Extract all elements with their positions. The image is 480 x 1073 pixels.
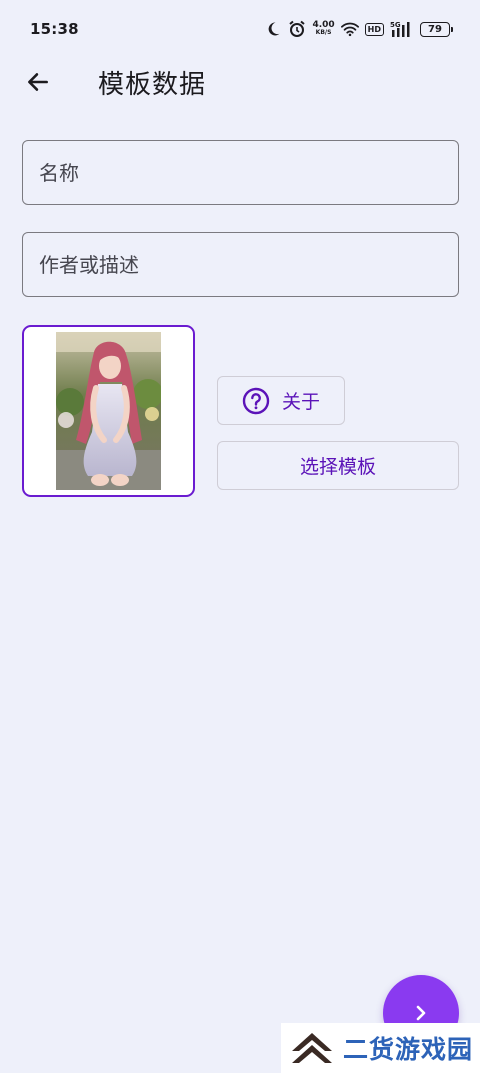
net-speed-unit: KB/S bbox=[315, 29, 332, 36]
status-icons: 4.00 KB/S HD 5G 79 bbox=[264, 20, 453, 38]
author-description-input[interactable] bbox=[39, 252, 458, 277]
template-thumbnail[interactable] bbox=[22, 325, 195, 497]
about-button[interactable]: 关于 bbox=[217, 376, 345, 425]
back-button[interactable] bbox=[22, 66, 54, 98]
choose-template-label: 选择模板 bbox=[299, 456, 376, 478]
arrow-left-icon bbox=[28, 73, 48, 91]
watermark-logo-icon bbox=[292, 1033, 332, 1063]
wifi-icon bbox=[340, 20, 359, 38]
signal-label: 5G bbox=[390, 21, 401, 29]
app-bar: 模板数据 bbox=[0, 58, 480, 106]
help-circle-icon bbox=[242, 387, 270, 414]
watermark-text: 二货游戏园 bbox=[343, 1035, 474, 1064]
name-field[interactable] bbox=[22, 140, 459, 205]
hd-badge: HD bbox=[364, 22, 384, 36]
battery-level: 79 bbox=[428, 23, 442, 35]
about-label: 关于 bbox=[281, 391, 320, 413]
net-speed: 4.00 KB/S bbox=[312, 21, 334, 37]
chevron-right-icon bbox=[416, 1005, 426, 1021]
template-preview-image bbox=[56, 332, 161, 490]
status-time: 15:38 bbox=[30, 20, 79, 38]
name-input[interactable] bbox=[39, 160, 458, 185]
choose-template-button[interactable]: 选择模板 bbox=[217, 441, 459, 490]
signal-icon: 5G bbox=[390, 20, 414, 38]
alarm-icon bbox=[288, 20, 306, 38]
page-title: 模板数据 bbox=[98, 70, 207, 100]
status-bar: 15:38 4.00 KB/S HD 5G 79 bbox=[0, 0, 480, 58]
battery-icon: 79 bbox=[420, 21, 453, 37]
watermark: 二货游戏园 bbox=[281, 1023, 480, 1073]
moon-icon bbox=[264, 20, 282, 38]
net-speed-value: 4.00 bbox=[312, 20, 335, 30]
author-description-field[interactable] bbox=[22, 232, 459, 297]
